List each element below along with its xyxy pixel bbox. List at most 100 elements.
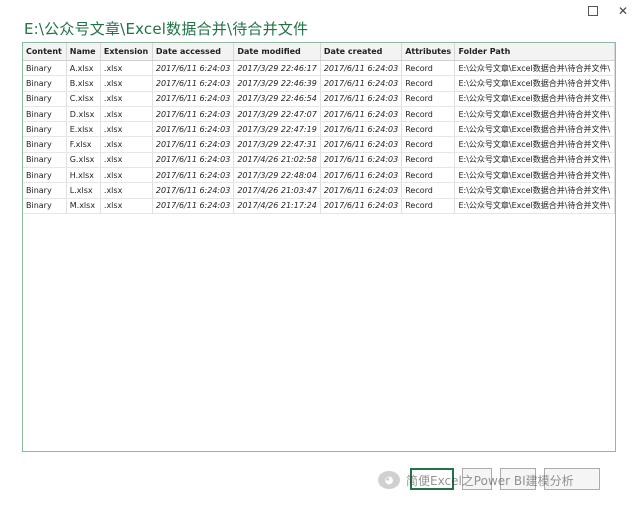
cell-date-created[interactable]: 2017/6/11 6:24:03 [320, 152, 403, 169]
cell-date-modified[interactable]: 2017/3/29 22:46:39 [233, 75, 321, 92]
cell-date-created[interactable]: 2017/6/11 6:24:03 [320, 198, 403, 214]
cell-attributes[interactable]: Record [401, 91, 456, 107]
cell-date-accessed[interactable]: 2017/6/11 6:24:03 [152, 167, 235, 184]
cell-name[interactable]: L.xlsx [66, 182, 101, 199]
cell-content[interactable]: Binary [23, 198, 67, 214]
cell-date-created[interactable]: 2017/6/11 6:24:03 [320, 136, 403, 153]
column-header-content[interactable]: Content [23, 43, 67, 61]
cell-date-created[interactable]: 2017/6/11 6:24:03 [320, 75, 403, 92]
cell-attributes[interactable]: Record [401, 121, 456, 138]
cell-content[interactable]: Binary [23, 136, 67, 153]
cell-date-created[interactable]: 2017/6/11 6:24:03 [320, 106, 403, 123]
cell-date-modified[interactable]: 2017/3/29 22:47:19 [233, 121, 321, 138]
cell-date-modified[interactable]: 2017/3/29 22:46:17 [233, 60, 321, 77]
column-header-date-accessed[interactable]: Date accessed [152, 43, 235, 61]
cell-date-modified[interactable]: 2017/4/26 21:02:58 [233, 152, 321, 169]
column-header-date-created[interactable]: Date created [320, 43, 403, 61]
cell-extension[interactable]: .xlsx [100, 182, 153, 199]
cell-folder-path[interactable]: E:\公众号文章\Excel数据合并\待合并文件\ [454, 75, 615, 92]
cell-attributes[interactable]: Record [401, 182, 456, 199]
combine-button[interactable] [410, 468, 454, 490]
cell-folder-path[interactable]: E:\公众号文章\Excel数据合并\待合并文件\ [454, 182, 615, 199]
cell-extension[interactable]: .xlsx [100, 121, 153, 138]
table-row[interactable]: Binary D.xlsx .xlsx 2017/6/11 6:24:03 2017/3… [23, 106, 615, 123]
cell-attributes[interactable]: Record [401, 60, 456, 77]
cell-date-accessed[interactable]: 2017/6/11 6:24:03 [152, 152, 235, 169]
cell-extension[interactable]: .xlsx [100, 75, 153, 92]
cell-content[interactable]: Binary [23, 167, 67, 184]
cell-date-modified[interactable]: 2017/3/29 22:46:54 [233, 91, 321, 107]
cell-folder-path[interactable]: E:\公众号文章\Excel数据合并\待合并文件\ [454, 106, 615, 123]
cell-date-modified[interactable]: 2017/4/26 21:17:24 [233, 198, 321, 214]
cancel-button[interactable] [544, 468, 600, 490]
cell-date-modified[interactable]: 2017/3/29 22:47:31 [233, 136, 321, 153]
cell-date-modified[interactable]: 2017/3/29 22:47:07 [233, 106, 321, 123]
cell-extension[interactable]: .xlsx [100, 167, 153, 184]
cell-content[interactable]: Binary [23, 152, 67, 169]
column-header-name[interactable]: Name [66, 43, 101, 61]
column-header-date-modified[interactable]: Date modified [233, 43, 321, 61]
cell-name[interactable]: G.xlsx [66, 152, 101, 169]
close-icon[interactable]: ✕ [616, 4, 630, 18]
cell-date-accessed[interactable]: 2017/6/11 6:24:03 [152, 106, 235, 123]
cell-attributes[interactable]: Record [401, 152, 456, 169]
cell-extension[interactable]: .xlsx [100, 60, 153, 77]
cell-attributes[interactable]: Record [401, 198, 456, 214]
cell-extension[interactable]: .xlsx [100, 136, 153, 153]
cell-folder-path[interactable]: E:\公众号文章\Excel数据合并\待合并文件\ [454, 91, 615, 107]
column-header-attributes[interactable]: Attributes [401, 43, 456, 61]
table-row[interactable]: Binary M.xlsx .xlsx 2017/6/11 6:24:03 2017/4… [23, 198, 615, 214]
cell-name[interactable]: C.xlsx [66, 91, 101, 107]
cell-name[interactable]: E.xlsx [66, 121, 101, 138]
cell-name[interactable]: A.xlsx [66, 60, 101, 77]
cell-date-accessed[interactable]: 2017/6/11 6:24:03 [152, 60, 235, 77]
cell-folder-path[interactable]: E:\公众号文章\Excel数据合并\待合并文件\ [454, 136, 615, 153]
cell-folder-path[interactable]: E:\公众号文章\Excel数据合并\待合并文件\ [454, 198, 615, 214]
table-row[interactable]: Binary C.xlsx .xlsx 2017/6/11 6:24:03 2017/3… [23, 91, 615, 107]
cell-date-created[interactable]: 2017/6/11 6:24:03 [320, 60, 403, 77]
table-row[interactable]: Binary E.xlsx .xlsx 2017/6/11 6:24:03 2017/3… [23, 121, 615, 138]
cell-folder-path[interactable]: E:\公众号文章\Excel数据合并\待合并文件\ [454, 152, 615, 169]
cell-extension[interactable]: .xlsx [100, 198, 153, 214]
cell-attributes[interactable]: Record [401, 167, 456, 184]
cell-folder-path[interactable]: E:\公众号文章\Excel数据合并\待合并文件\ [454, 121, 615, 138]
cell-date-accessed[interactable]: 2017/6/11 6:24:03 [152, 121, 235, 138]
table-row[interactable]: Binary G.xlsx .xlsx 2017/6/11 6:24:03 2017/4… [23, 152, 615, 169]
cell-attributes[interactable]: Record [401, 75, 456, 92]
cell-name[interactable]: F.xlsx [66, 136, 101, 153]
maximize-icon[interactable] [588, 6, 598, 16]
cell-date-modified[interactable]: 2017/4/26 21:03:47 [233, 182, 321, 199]
table-row[interactable]: Binary L.xlsx .xlsx 2017/6/11 6:24:03 2017/4… [23, 182, 615, 199]
cell-extension[interactable]: .xlsx [100, 152, 153, 169]
cell-folder-path[interactable]: E:\公众号文章\Excel数据合并\待合并文件\ [454, 167, 615, 184]
cell-date-accessed[interactable]: 2017/6/11 6:24:03 [152, 75, 235, 92]
cell-content[interactable]: Binary [23, 91, 67, 107]
cell-date-accessed[interactable]: 2017/6/11 6:24:03 [152, 91, 235, 107]
cell-name[interactable]: H.xlsx [66, 167, 101, 184]
edit-button[interactable] [500, 468, 536, 490]
cell-extension[interactable]: .xlsx [100, 106, 153, 123]
cell-attributes[interactable]: Record [401, 136, 456, 153]
table-row[interactable]: Binary A.xlsx .xlsx 2017/6/11 6:24:03 2017/3… [23, 60, 615, 77]
cell-date-created[interactable]: 2017/6/11 6:24:03 [320, 167, 403, 184]
cell-content[interactable]: Binary [23, 182, 67, 199]
cell-date-accessed[interactable]: 2017/6/11 6:24:03 [152, 182, 235, 199]
cell-date-accessed[interactable]: 2017/6/11 6:24:03 [152, 198, 235, 214]
column-header-extension[interactable]: Extension [100, 43, 153, 61]
cell-attributes[interactable]: Record [401, 106, 456, 123]
column-header-folder-path[interactable]: Folder Path [454, 43, 615, 61]
cell-folder-path[interactable]: E:\公众号文章\Excel数据合并\待合并文件\ [454, 60, 615, 77]
cell-content[interactable]: Binary [23, 75, 67, 92]
table-row[interactable]: Binary F.xlsx .xlsx 2017/6/11 6:24:03 2017/3… [23, 136, 615, 153]
cell-extension[interactable]: .xlsx [100, 91, 153, 107]
cell-content[interactable]: Binary [23, 121, 67, 138]
table-row[interactable]: Binary B.xlsx .xlsx 2017/6/11 6:24:03 2017/3… [23, 75, 615, 92]
cell-date-created[interactable]: 2017/6/11 6:24:03 [320, 121, 403, 138]
cell-content[interactable]: Binary [23, 60, 67, 77]
cell-name[interactable]: D.xlsx [66, 106, 101, 123]
cell-date-created[interactable]: 2017/6/11 6:24:03 [320, 91, 403, 107]
cell-date-created[interactable]: 2017/6/11 6:24:03 [320, 182, 403, 199]
cell-name[interactable]: M.xlsx [66, 198, 101, 214]
cell-name[interactable]: B.xlsx [66, 75, 101, 92]
cell-content[interactable]: Binary [23, 106, 67, 123]
